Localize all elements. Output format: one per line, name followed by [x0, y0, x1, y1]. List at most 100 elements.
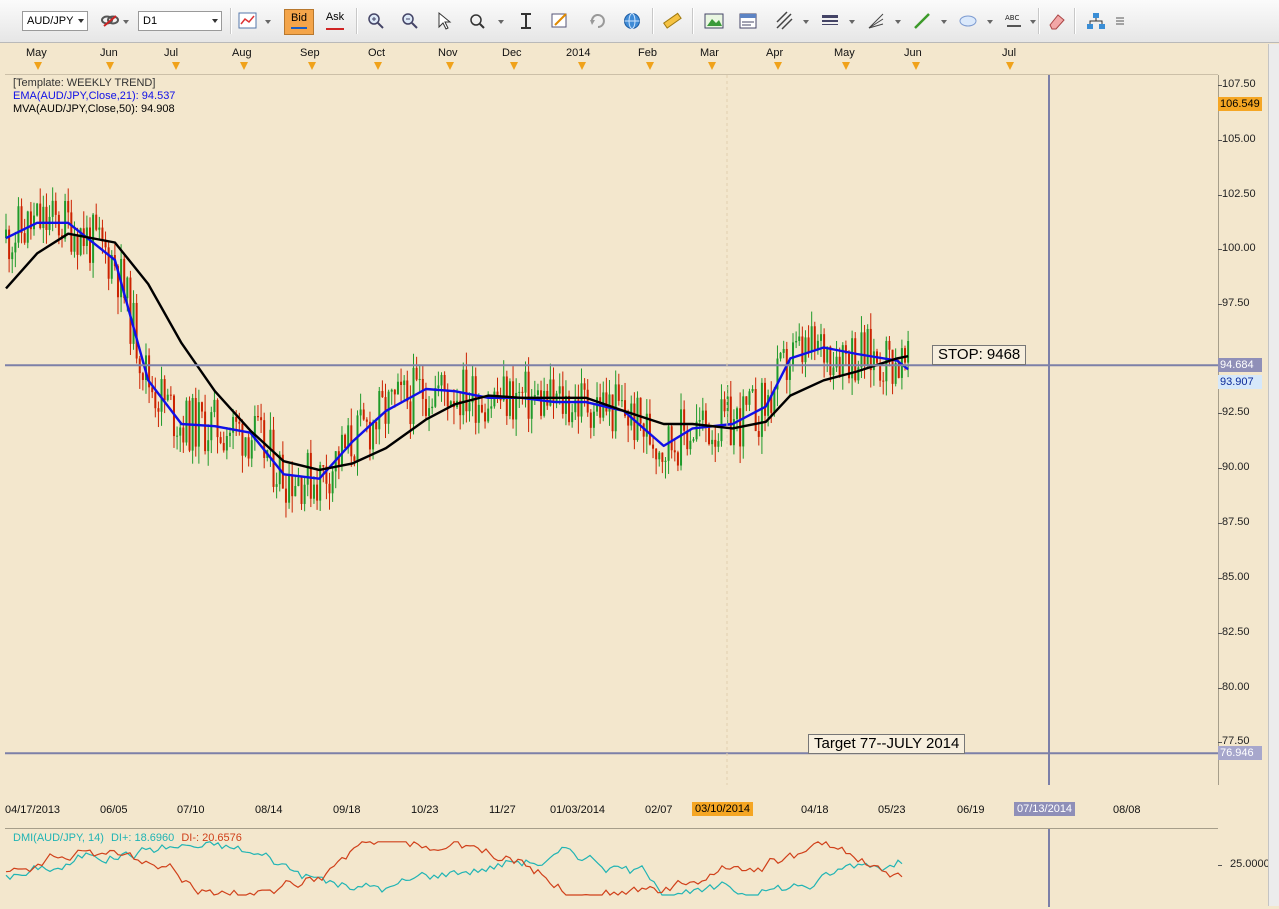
toolbar-separator	[652, 8, 654, 34]
candle-body	[792, 342, 795, 366]
target-annotation[interactable]: Target 77--JULY 2014	[808, 734, 966, 754]
price-label: 102.50	[1222, 188, 1256, 200]
month-marker	[578, 62, 586, 70]
stop-annotation[interactable]: STOP: 9468	[932, 345, 1027, 365]
ask-button[interactable]: Ask	[320, 9, 350, 35]
cursor-icon	[438, 11, 452, 30]
magnify-button[interactable]	[466, 8, 490, 34]
candle-body	[98, 227, 101, 230]
candle-body	[527, 371, 530, 419]
candle-body	[757, 431, 760, 437]
candle-body	[57, 214, 60, 236]
lines-button[interactable]	[818, 8, 842, 34]
zoom-out-button[interactable]	[398, 8, 422, 34]
candle-body	[704, 410, 707, 427]
crosshair-button[interactable]	[514, 8, 538, 34]
month-marker	[1006, 62, 1014, 70]
candle-body	[135, 302, 138, 359]
candle-body	[256, 416, 259, 418]
month-label: Sep	[300, 47, 320, 59]
candle-body	[353, 456, 356, 461]
candle-body	[620, 400, 623, 402]
candle-body	[179, 427, 182, 436]
candle-body	[418, 378, 421, 380]
month-marker	[240, 62, 248, 70]
candle-body	[328, 483, 331, 494]
candle-body	[331, 471, 334, 494]
candle-body	[23, 233, 26, 243]
candle-body	[813, 326, 816, 350]
candle-body	[32, 215, 35, 230]
candle-body	[424, 398, 427, 416]
candle-body	[605, 392, 608, 412]
candle-body	[88, 227, 91, 263]
candle-body	[888, 340, 891, 350]
candle-body	[67, 200, 70, 213]
candle-body	[832, 367, 835, 376]
candle-body	[14, 242, 17, 253]
pitchfork-button[interactable]	[772, 8, 796, 34]
candle-body	[431, 406, 434, 409]
symbol-value: AUD/JPY	[27, 15, 74, 27]
candle-body	[309, 452, 312, 499]
toolbar-separator	[692, 8, 694, 34]
link-button[interactable]	[98, 8, 122, 34]
date-highlight: 03/10/2014	[692, 802, 754, 816]
text-button[interactable]: ABC	[1002, 8, 1026, 34]
chart-legend: [Template: WEEKLY TREND] EMA(AUD/JPY,Clo…	[13, 77, 175, 116]
refresh-button[interactable]	[586, 8, 610, 34]
candle-body	[518, 391, 521, 393]
mva-label: MVA(AUD/JPY,Close,50): 94.908	[13, 103, 175, 115]
candle-body	[599, 397, 602, 418]
picture-button[interactable]	[702, 8, 726, 34]
zoom-in-button[interactable]	[364, 8, 388, 34]
symbol-dropdown[interactable]: AUD/JPY	[22, 11, 88, 31]
eraser-icon	[1049, 14, 1065, 30]
fan-button[interactable]	[864, 8, 888, 34]
candle-body	[403, 380, 406, 385]
candle-body	[54, 200, 57, 215]
candle-body	[658, 452, 661, 460]
candle-body	[729, 396, 732, 446]
hierarchy-button[interactable]	[1084, 8, 1108, 34]
candle-body	[381, 391, 384, 398]
ellipse-button[interactable]	[956, 8, 980, 34]
draw-button[interactable]	[548, 8, 572, 34]
candle-body	[689, 440, 692, 450]
candle-body	[512, 381, 515, 420]
vertical-scrollbar[interactable]	[1268, 44, 1279, 906]
candle-body	[726, 396, 729, 412]
globe-button[interactable]	[620, 8, 644, 34]
price-chart[interactable]	[5, 75, 1219, 785]
lines-icon	[822, 15, 838, 25]
more-button[interactable]	[1112, 8, 1128, 34]
candle-body	[708, 426, 711, 445]
candle-body	[316, 484, 319, 501]
month-label: Aug	[232, 47, 252, 59]
timeframe-dropdown[interactable]: D1	[138, 11, 222, 31]
month-label: Apr	[766, 47, 784, 59]
eraser-button[interactable]	[1044, 8, 1068, 34]
candle-body	[163, 379, 166, 401]
month-label: Jun	[904, 47, 922, 59]
ruler-button[interactable]	[660, 8, 684, 34]
bid-label: Bid	[291, 12, 307, 24]
chart-type-button[interactable]	[236, 8, 260, 34]
trendline-button[interactable]	[910, 8, 934, 34]
price-label: 105.00	[1222, 133, 1256, 145]
candle-body	[396, 381, 399, 395]
candle-body	[446, 389, 449, 407]
bid-button[interactable]: Bid	[284, 9, 314, 35]
candle-body	[365, 419, 368, 422]
template-button[interactable]	[736, 8, 760, 34]
chevron-down-icon	[123, 20, 129, 24]
price-tag-stop: 94.684	[1218, 358, 1262, 372]
toolbar: AUD/JPY D1 Bid Ask ABC	[0, 0, 1279, 43]
candle-body	[390, 389, 393, 392]
di-plus-line	[5, 841, 903, 896]
price-label: 82.50	[1222, 626, 1250, 638]
month-marker	[708, 62, 716, 70]
cursor-button[interactable]	[432, 8, 456, 34]
candle-body	[533, 394, 536, 397]
date-label: 06/19	[957, 804, 985, 816]
